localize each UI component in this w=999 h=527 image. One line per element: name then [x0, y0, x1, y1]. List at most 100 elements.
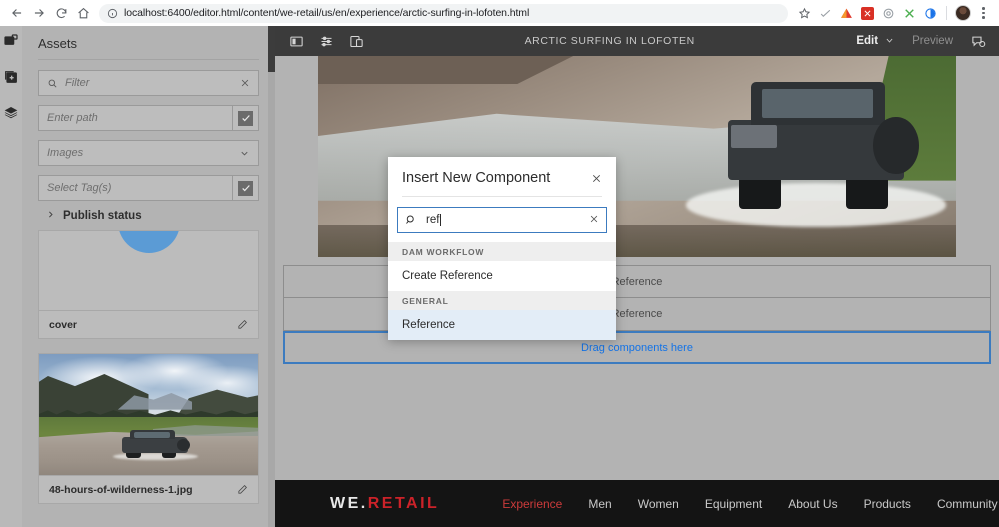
site-footer: WE.RETAIL Experience Men Women Equipment…: [275, 480, 999, 527]
extension-red-square-icon[interactable]: [858, 4, 877, 23]
filter-input[interactable]: Filter: [38, 70, 259, 96]
component-label: Reference: [612, 276, 663, 288]
asset-type-value: Images: [47, 147, 83, 159]
asset-thumbnail: [39, 354, 258, 476]
brand-prefix: WE.: [330, 495, 368, 512]
asset-thumbnail: [39, 231, 258, 311]
search-text: ref: [426, 214, 439, 226]
text-caret: [440, 214, 441, 226]
assets-rail-icon[interactable]: [2, 32, 20, 50]
path-placeholder: Enter path: [47, 112, 98, 124]
footer-nav-experience[interactable]: Experience: [502, 497, 562, 511]
vehicle-graphic: [720, 76, 911, 221]
clear-search-icon[interactable]: [589, 213, 599, 227]
group-header-general: GENERAL: [388, 291, 616, 310]
back-icon[interactable]: [6, 2, 28, 24]
asset-name: 48-hours-of-wilderness-1.jpg: [49, 484, 193, 496]
sidebar-scrollbar[interactable]: [268, 26, 275, 527]
forward-icon[interactable]: [28, 2, 50, 24]
filter-placeholder: Filter: [65, 77, 89, 89]
vehicle-graphic: [122, 431, 188, 459]
pencil-icon[interactable]: [237, 319, 248, 330]
chevron-down-icon: [239, 148, 250, 159]
extension-blue-circle-icon[interactable]: [921, 4, 940, 23]
profile-avatar-icon[interactable]: [953, 4, 972, 23]
components-rail-icon[interactable]: [2, 68, 20, 86]
brand-suffix: RETAIL: [368, 495, 440, 512]
extension-check-icon[interactable]: [816, 4, 835, 23]
path-apply-button[interactable]: [233, 105, 259, 131]
list-item[interactable]: cover: [38, 230, 259, 339]
component-option-create-reference[interactable]: Create Reference: [388, 261, 616, 291]
toolbar-divider: [946, 6, 947, 20]
extension-green-x-icon[interactable]: [900, 4, 919, 23]
edit-mode-label: Edit: [856, 35, 878, 47]
modal-header: Insert New Component: [388, 157, 616, 196]
checkmark-icon: [238, 181, 253, 196]
modal-search-wrapper: ref: [388, 197, 616, 242]
path-input[interactable]: Enter path: [38, 105, 233, 131]
publish-status-accordion[interactable]: Publish status: [46, 210, 259, 222]
asset-meta: 48-hours-of-wilderness-1.jpg: [39, 476, 258, 503]
extension-gray-circle-icon[interactable]: [879, 4, 898, 23]
component-search-input[interactable]: ref: [397, 207, 607, 233]
asset-name: cover: [49, 319, 77, 331]
close-icon[interactable]: [591, 173, 602, 184]
bookmark-star-icon[interactable]: [795, 4, 814, 23]
side-panel-icon[interactable]: [281, 26, 311, 56]
sidebar-title: Assets: [22, 26, 275, 59]
footer-nav: Experience Men Women Equipment About Us …: [502, 497, 997, 511]
cover-graphic: [118, 231, 180, 253]
component-label: Reference: [612, 308, 663, 320]
asset-type-select[interactable]: Images: [38, 140, 259, 166]
footer-nav-women[interactable]: Women: [638, 497, 679, 511]
component-rows: Reference Reference Drag components here: [275, 257, 999, 364]
home-icon[interactable]: [72, 2, 94, 24]
reload-icon[interactable]: [50, 2, 72, 24]
search-icon: [405, 214, 417, 226]
clear-filter-icon[interactable]: [240, 78, 250, 88]
sliders-icon[interactable]: [311, 26, 341, 56]
asset-meta: cover: [39, 311, 258, 338]
group-header-dam-workflow: DAM WORKFLOW: [388, 242, 616, 261]
hero-image-component[interactable]: [275, 56, 999, 257]
annotations-icon[interactable]: [963, 26, 993, 56]
editor-toolbar: ARCTIC SURFING IN LOFOTEN Edit Preview: [275, 26, 999, 56]
extension-triangle-icon[interactable]: [837, 4, 856, 23]
footer-nav-community[interactable]: Community: [937, 497, 998, 511]
preview-button[interactable]: Preview: [902, 35, 963, 47]
device-emulator-icon[interactable]: [341, 26, 371, 56]
checkmark-icon: [238, 111, 253, 126]
footer-nav-men[interactable]: Men: [588, 497, 611, 511]
edit-mode-dropdown[interactable]: Edit: [848, 35, 902, 47]
dropzone-label: Drag components here: [581, 342, 693, 354]
tags-apply-button[interactable]: [233, 175, 259, 201]
url-text: localhost:6400/editor.html/content/we-re…: [124, 7, 529, 19]
pencil-icon[interactable]: [237, 484, 248, 495]
footer-nav-equipment[interactable]: Equipment: [705, 497, 762, 511]
component-option-reference[interactable]: Reference: [388, 310, 616, 340]
scrollbar-thumb[interactable]: [268, 26, 275, 72]
search-value: ref: [426, 214, 441, 226]
browser-extensions: [795, 4, 993, 23]
page-editor: ARCTIC SURFING IN LOFOTEN Edit Preview: [275, 26, 999, 527]
brand-logo[interactable]: WE.RETAIL: [330, 495, 439, 513]
chrome-menu-icon[interactable]: [974, 4, 993, 23]
assets-sidebar: Assets Filter Enter path: [22, 26, 275, 527]
modal-title: Insert New Component: [402, 170, 550, 186]
footer-nav-products[interactable]: Products: [864, 497, 911, 511]
footer-nav-about-us[interactable]: About Us: [788, 497, 837, 511]
tags-placeholder: Select Tag(s): [47, 182, 111, 194]
chevron-down-icon: [885, 36, 894, 47]
left-rail: [0, 26, 22, 527]
asset-type-field: Images: [38, 140, 259, 166]
page-info-icon[interactable]: [107, 8, 118, 19]
page-title: ARCTIC SURFING IN LOFOTEN: [371, 35, 848, 47]
filter-field: Filter: [38, 70, 259, 96]
layers-rail-icon[interactable]: [2, 104, 20, 122]
tags-input[interactable]: Select Tag(s): [38, 175, 233, 201]
path-field: Enter path: [38, 105, 259, 131]
search-icon: [47, 78, 58, 89]
address-bar[interactable]: localhost:6400/editor.html/content/we-re…: [99, 4, 788, 23]
list-item[interactable]: 48-hours-of-wilderness-1.jpg: [38, 353, 259, 504]
